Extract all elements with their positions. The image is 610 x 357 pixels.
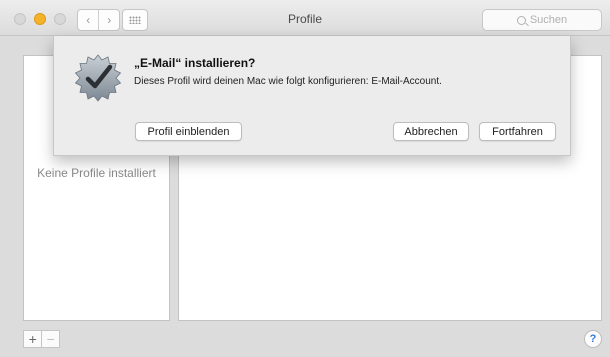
cancel-button[interactable]: Abbrechen	[393, 122, 469, 141]
title-bar: ‹ › Profile Suchen	[0, 0, 610, 36]
help-button[interactable]: ?	[584, 330, 602, 348]
search-field[interactable]: Suchen	[482, 9, 602, 31]
add-remove-group: + −	[23, 330, 60, 348]
search-icon	[516, 15, 526, 25]
sheet-title: „E-Mail“ installieren?	[134, 56, 256, 70]
continue-button[interactable]: Fortfahren	[479, 122, 556, 141]
install-profile-sheet: „E-Mail“ installieren? Dieses Profil wir…	[53, 36, 571, 156]
search-placeholder: Suchen	[529, 14, 568, 26]
sheet-message: Dieses Profil wird deinen Mac wie folgt …	[134, 76, 442, 87]
remove-profile-button[interactable]: −	[41, 331, 59, 347]
badge-checkmark-icon	[74, 54, 122, 102]
empty-list-label: Keine Profile installiert	[37, 166, 156, 180]
show-profile-button[interactable]: Profil einblenden	[135, 122, 242, 141]
add-profile-button[interactable]: +	[24, 331, 41, 347]
